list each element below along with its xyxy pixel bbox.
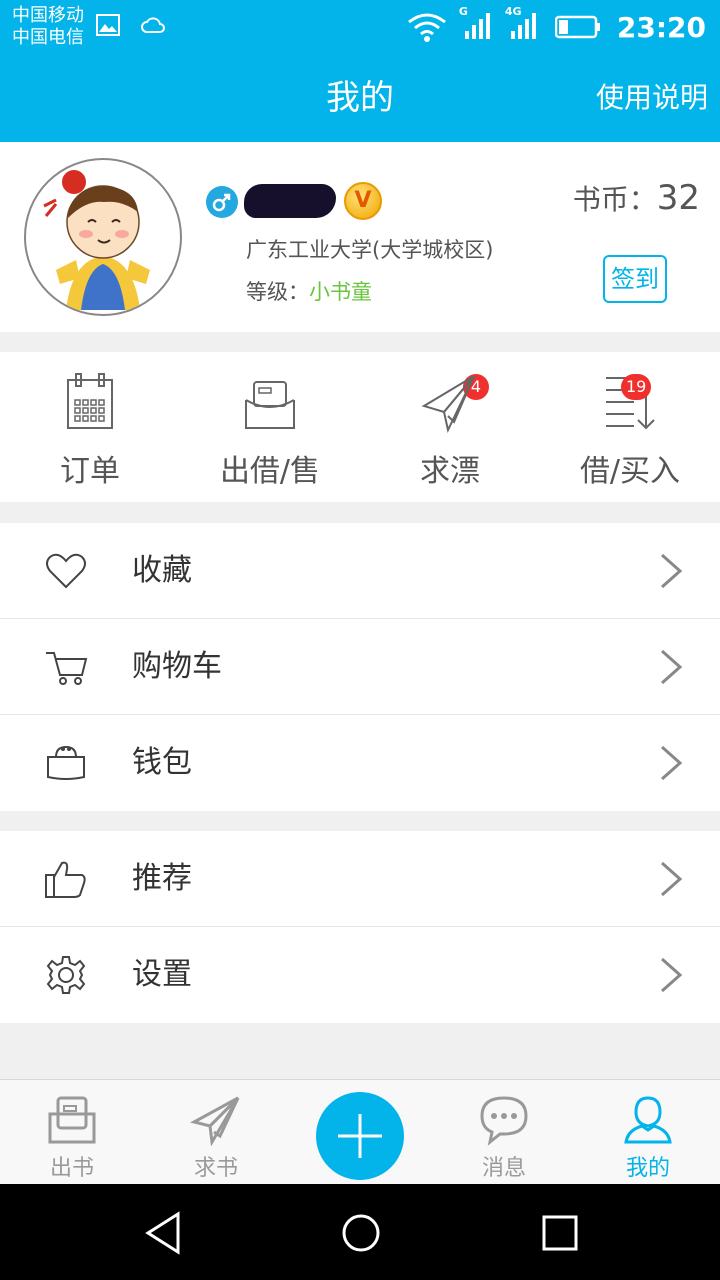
wifi-icon (407, 13, 446, 42)
menu-item-cart[interactable]: 购物车 (0, 619, 720, 715)
level-label: 等级： (246, 280, 309, 304)
menu-item-label: 购物车 (132, 649, 222, 684)
avatar[interactable] (24, 158, 182, 316)
user-level: 等级：小书童 (246, 276, 372, 306)
paper-plane-icon (421, 375, 475, 434)
action-label: 借/买入 (579, 454, 681, 489)
coins-label: 书币： (572, 183, 657, 216)
action-label: 求漂 (420, 454, 480, 489)
status-icons-right: G 4G 23:20 (407, 0, 706, 54)
cart-icon (46, 652, 88, 685)
clock: 23:20 (616, 10, 706, 44)
chevron-right-icon (661, 861, 683, 897)
action-label: 订单 (60, 454, 120, 489)
tab-messages[interactable]: 消息 (432, 1080, 576, 1185)
tab-label: 消息 (481, 1156, 526, 1181)
profile-card: V 广东工业大学(大学城校区) 等级：小书童 书币：32 签到 (0, 142, 720, 332)
menu-item-settings[interactable]: 设置 (0, 927, 720, 1023)
book-box-icon (245, 381, 295, 429)
plus-icon (338, 1114, 382, 1158)
home-icon[interactable] (338, 1210, 384, 1256)
male-gender-icon (206, 186, 238, 218)
tab-request-book[interactable]: 求书 (144, 1080, 288, 1185)
chevron-right-icon (661, 553, 683, 589)
username-redacted (244, 184, 336, 218)
recents-icon[interactable] (537, 1210, 583, 1256)
action-orders[interactable]: 订单 (0, 352, 180, 502)
action-borrow-buy[interactable]: 19 借/买入 (540, 352, 720, 502)
signal-1: G (459, 5, 493, 43)
screen: 中国移动 中国电信 G 4G 23:20 我的 使用说明 V 广东工业大学(大学… (0, 0, 720, 1280)
add-button[interactable] (316, 1092, 404, 1180)
menu-item-label: 收藏 (132, 553, 192, 588)
sign-in-button[interactable]: 签到 (603, 255, 667, 303)
menu-group-2: 推荐 设置 (0, 831, 720, 1023)
thumbs-up-icon (45, 861, 86, 898)
carrier-info: 中国移动 中国电信 (12, 5, 84, 49)
network-type-2: 4G (504, 5, 522, 18)
action-lend-sell[interactable]: 4 出借/售 (180, 352, 489, 502)
tab-mine[interactable]: 我的 (576, 1080, 720, 1185)
image-icon (96, 14, 120, 36)
book-box-icon (48, 1096, 96, 1144)
wallet-icon (47, 745, 85, 780)
paper-plane-icon (190, 1096, 240, 1146)
action-label: 出借/售 (219, 454, 321, 489)
menu-item-label: 设置 (132, 957, 192, 992)
menu-item-favorites[interactable]: 收藏 (0, 523, 720, 619)
tab-label: 我的 (625, 1156, 670, 1181)
cartoon-scholar-icon (43, 170, 150, 310)
status-bar: 中国移动 中国电信 G 4G 23:20 (0, 0, 720, 54)
book-coins: 书币：32 (573, 178, 700, 218)
tab-sell-book[interactable]: 出书 (0, 1080, 144, 1185)
menu-group-1: 收藏 购物车 钱包 (0, 523, 720, 811)
battery-icon (554, 15, 600, 39)
back-icon[interactable] (140, 1210, 186, 1256)
menu-item-label: 钱包 (132, 745, 192, 780)
action-request[interactable]: 求漂 (360, 352, 540, 502)
menu-item-wallet[interactable]: 钱包 (0, 715, 720, 811)
user-icon (624, 1096, 672, 1144)
gear-icon (46, 956, 86, 994)
chat-bubble-icon (480, 1096, 528, 1146)
network-type-1: G (458, 5, 468, 18)
system-nav-bar (0, 1184, 720, 1280)
level-value: 小书童 (309, 280, 372, 304)
school-name: 广东工业大学(大学城校区) (246, 238, 494, 262)
badge-borrow-buy: 19 (621, 374, 652, 400)
signal-2: 4G (505, 5, 539, 43)
carrier-2: 中国电信 (12, 27, 84, 48)
status-icons-left (96, 14, 166, 36)
bottom-nav: 出书 求书 消息 我的 (0, 1079, 720, 1184)
menu-item-recommend[interactable]: 推荐 (0, 831, 720, 927)
tab-label: 求书 (193, 1156, 238, 1181)
carrier-1: 中国移动 (12, 5, 84, 26)
title-bar: 我的 使用说明 (0, 54, 720, 142)
quick-actions: 订单 4 出借/售 求漂 19 借/买入 (0, 352, 720, 502)
menu-item-label: 推荐 (132, 861, 192, 896)
vip-icon: V (344, 182, 382, 220)
chevron-right-icon (661, 649, 683, 685)
tab-label: 出书 (49, 1156, 94, 1181)
coins-value: 32 (656, 178, 700, 218)
chevron-right-icon (661, 745, 683, 781)
calendar-icon (67, 373, 113, 429)
chevron-right-icon (661, 957, 683, 993)
heart-icon (46, 553, 86, 589)
cloud-icon (141, 17, 165, 33)
help-link[interactable]: 使用说明 (596, 54, 708, 142)
